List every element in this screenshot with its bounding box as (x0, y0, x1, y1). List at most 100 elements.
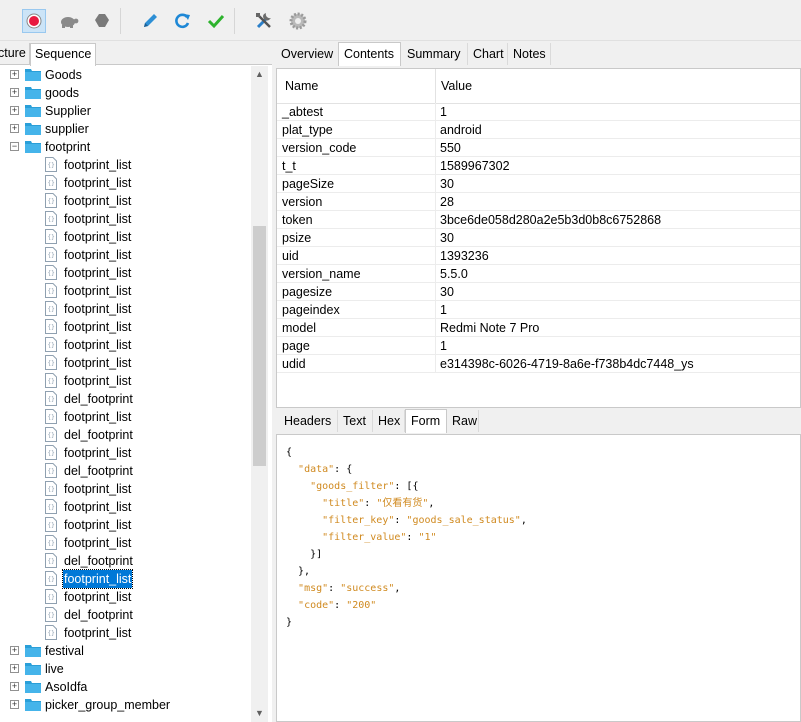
table-row[interactable]: plat_type android (277, 121, 800, 139)
table-row[interactable]: version_code 550 (277, 139, 800, 157)
record-button[interactable] (22, 9, 46, 33)
throttle-turtle-button[interactable] (56, 9, 80, 33)
request-label: footprint_list (64, 176, 132, 190)
tree-request-item[interactable]: {} footprint_list (0, 210, 250, 228)
tree-request-item[interactable]: {} footprint_list (0, 336, 250, 354)
scroll-down-icon[interactable]: ▼ (251, 705, 268, 722)
request-label: del_footprint (64, 554, 133, 568)
folder-icon (25, 698, 41, 711)
tab-notes[interactable]: Notes (508, 43, 551, 65)
expand-toggle-icon[interactable]: + (10, 646, 19, 655)
tab-sequence[interactable]: Sequence (30, 43, 96, 66)
tree-folder[interactable]: + goods (0, 84, 250, 102)
tree-folder[interactable]: + live (0, 660, 250, 678)
header-value[interactable]: Value (441, 79, 472, 93)
tree-request-item[interactable]: {} footprint_list (0, 480, 250, 498)
tree-request-item[interactable]: {} footprint_list (0, 498, 250, 516)
tree-request-item[interactable]: {} footprint_list (0, 588, 250, 606)
tree-request-item[interactable]: {} footprint_list (0, 228, 250, 246)
tree-request-item[interactable]: {} footprint_list (0, 300, 250, 318)
tree-request-item[interactable]: {} footprint_list (0, 264, 250, 282)
svg-text:{}: {} (48, 504, 55, 511)
tab-form[interactable]: Form (405, 409, 447, 433)
table-row[interactable]: version_name 5.5.0 (277, 265, 800, 283)
tab-structure[interactable]: cture (0, 43, 30, 64)
tree-request-item[interactable]: {} footprint_list (0, 282, 250, 300)
tree-request-item[interactable]: {} footprint_list (0, 192, 250, 210)
table-row[interactable]: page 1 (277, 337, 800, 355)
collapse-toggle-icon[interactable]: − (10, 142, 19, 151)
tree-request-item[interactable]: {} del_footprint (0, 426, 250, 444)
expand-toggle-icon[interactable]: + (10, 664, 19, 673)
table-row[interactable]: pageSize 30 (277, 175, 800, 193)
tree-folder[interactable]: + AsoIdfa (0, 678, 250, 696)
request-label: footprint_list (64, 500, 132, 514)
scroll-up-icon[interactable]: ▲ (251, 66, 268, 83)
validate-check-button[interactable] (204, 9, 228, 33)
expand-toggle-icon[interactable]: + (10, 88, 19, 97)
tab-contents[interactable]: Contents (338, 42, 401, 66)
folder-label: AsoIdfa (45, 680, 88, 694)
table-row[interactable]: model Redmi Note 7 Pro (277, 319, 800, 337)
tab-text[interactable]: Text (338, 410, 373, 432)
expand-toggle-icon[interactable]: + (10, 682, 19, 691)
compose-pen-button[interactable] (138, 9, 162, 33)
expand-toggle-icon[interactable]: + (10, 106, 19, 115)
table-row[interactable]: token 3bce6de058d280a2e5b3d0b8c6752868 (277, 211, 800, 229)
table-row[interactable]: psize 30 (277, 229, 800, 247)
tree-folder[interactable]: + Supplier (0, 102, 250, 120)
tree-folder[interactable]: + festival (0, 642, 250, 660)
param-value: 1393236 (440, 249, 489, 263)
tab-overview[interactable]: Overview (276, 43, 339, 65)
json-line: }] (286, 549, 323, 560)
json-line: "msg": "success", (298, 583, 401, 594)
table-row[interactable]: uid 1393236 (277, 247, 800, 265)
tools-button[interactable] (252, 9, 276, 33)
tree-request-item[interactable]: {} footprint_list (0, 246, 250, 264)
tree-request-item[interactable]: {} footprint_list (0, 408, 250, 426)
table-row[interactable]: pagesize 30 (277, 283, 800, 301)
tree-folder[interactable]: + supplier (0, 120, 250, 138)
scroll-thumb[interactable] (253, 226, 266, 466)
tree-request-item[interactable]: {} footprint_list (0, 569, 250, 589)
json-file-icon: {} (45, 445, 57, 460)
table-row[interactable]: t_t 1589967302 (277, 157, 800, 175)
tab-hex[interactable]: Hex (373, 410, 405, 432)
settings-gear-button[interactable] (286, 9, 310, 33)
tab-headers[interactable]: Headers (279, 410, 338, 432)
tree-request-item[interactable]: {} footprint_list (0, 516, 250, 534)
tree-folder[interactable]: − footprint (0, 138, 250, 156)
expand-toggle-icon[interactable]: + (10, 700, 19, 709)
table-row[interactable]: pageindex 1 (277, 301, 800, 319)
repeat-refresh-button[interactable] (170, 9, 194, 33)
tree-scrollbar[interactable]: ▲ ▼ (251, 66, 268, 722)
json-line: { (286, 447, 293, 458)
tab-chart[interactable]: Chart (468, 43, 508, 65)
tree-request-item[interactable]: {} footprint_list (0, 354, 250, 372)
expand-toggle-icon[interactable]: + (10, 70, 19, 79)
tree-request-item[interactable]: {} del_footprint (0, 390, 250, 408)
expand-toggle-icon[interactable]: + (10, 124, 19, 133)
tree-request-item[interactable]: {} footprint_list (0, 534, 250, 552)
json-body: { "data": { "goods_filter": [{ "title": … (276, 434, 801, 722)
tree-request-item[interactable]: {} footprint_list (0, 624, 250, 642)
table-row[interactable]: _abtest 1 (277, 103, 800, 121)
tree-request-item[interactable]: {} footprint_list (0, 174, 250, 192)
tree-request-item[interactable]: {} footprint_list (0, 156, 250, 174)
table-row[interactable]: version 28 (277, 193, 800, 211)
header-name[interactable]: Name (285, 79, 318, 93)
tab-summary[interactable]: Summary (402, 43, 468, 65)
tree-request-item[interactable]: {} del_footprint (0, 552, 250, 570)
request-label: del_footprint (64, 608, 133, 622)
tree-request-item[interactable]: {} footprint_list (0, 318, 250, 336)
tab-raw[interactable]: Raw (447, 410, 479, 432)
tree-request-item[interactable]: {} footprint_list (0, 444, 250, 462)
tree-folder[interactable]: + picker_group_member (0, 696, 250, 714)
tree-request-item[interactable]: {} footprint_list (0, 372, 250, 390)
stop-hexagon-button[interactable] (90, 9, 114, 33)
tree-folder[interactable]: + Goods (0, 66, 250, 84)
request-label: del_footprint (64, 464, 133, 478)
tree-request-item[interactable]: {} del_footprint (0, 606, 250, 624)
tree-request-item[interactable]: {} del_footprint (0, 462, 250, 480)
table-row[interactable]: udid e314398c-6026-4719-8a6e-f738b4dc7448… (277, 355, 800, 373)
